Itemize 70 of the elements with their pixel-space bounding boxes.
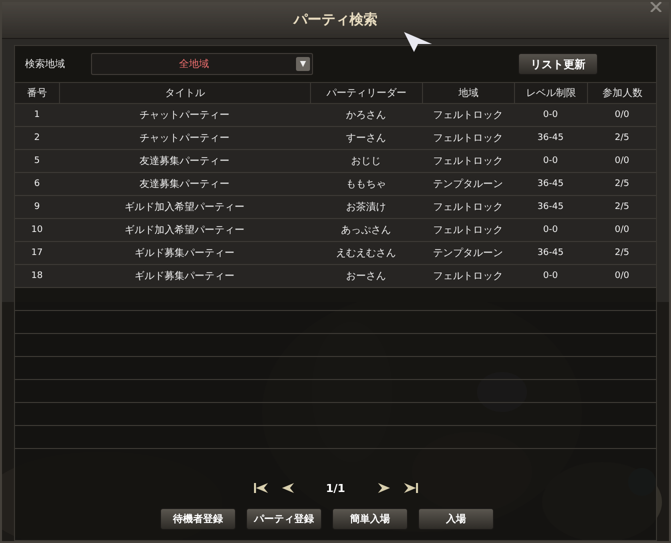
previous-page-icon[interactable] <box>280 482 296 494</box>
table-cell-text: フェルトロック <box>432 201 504 214</box>
last-page-icon[interactable] <box>402 482 418 494</box>
next-page-icon[interactable] <box>376 482 392 494</box>
table-cell-text: 17 <box>30 248 44 258</box>
first-page-icon[interactable] <box>254 482 270 494</box>
caret-icon[interactable] <box>296 57 310 71</box>
table-cell-text: 0-0 <box>542 271 559 281</box>
table-cell-text: ギルド加入希望パーティー <box>124 224 246 237</box>
table-cell-text: あっぷさん <box>340 224 392 237</box>
table-cell-text: 9 <box>33 202 41 212</box>
column-header: レベル制限 <box>514 83 587 103</box>
table-cell-text: チャットパーティー <box>138 109 230 122</box>
filter-label: 検索地域 <box>25 58 66 71</box>
table-cell-text: 2/5 <box>614 133 630 143</box>
action-button[interactable]: 簡単入場 <box>332 508 408 530</box>
table-cell-text: ギルド募集パーティー <box>134 270 236 283</box>
column-header: 参加人数 <box>587 83 657 103</box>
table-cell-text: フェルトロック <box>432 109 504 122</box>
table-cell-text: かろさん <box>345 109 387 122</box>
table-cell-text: おじじ <box>350 155 382 168</box>
table-cell-text: テンプタルーン <box>432 178 504 191</box>
table-cell-text: 36-45 <box>536 248 565 258</box>
window-title: パーティ検索 <box>294 11 378 29</box>
table-cell-text: 2 <box>33 133 41 143</box>
table-cell-text: 2/5 <box>614 179 630 189</box>
table-cell-text: フェルトロック <box>432 224 504 237</box>
table-cell-text: ギルド加入希望パーティー <box>124 200 246 214</box>
table-cell-text: ももちゃ <box>345 178 387 191</box>
table-cell-text: テンプタルーン <box>432 246 504 260</box>
column-header: 番号 <box>26 86 48 101</box>
table-cell-text: おーさん <box>345 270 387 283</box>
table-cell-text: 0-0 <box>542 156 559 166</box>
action-button[interactable]: 待機者登録 <box>160 508 236 530</box>
table-cell-text: 0-0 <box>542 110 559 120</box>
column-header: 地域 <box>422 83 514 103</box>
table-cell-text: 6 <box>33 179 41 189</box>
table-cell-text: 0/0 <box>614 271 630 281</box>
table-cell-text: 36-45 <box>536 179 565 189</box>
table-cell-text: すーさん <box>345 132 387 145</box>
table-cell-text: フェルトロック <box>432 270 504 283</box>
action-button[interactable]: パーティ登録 <box>246 508 322 530</box>
column-header: タイトル <box>59 83 310 103</box>
table-cell-text: 0-0 <box>542 225 559 235</box>
table-cell-text: 5 <box>33 156 41 166</box>
table-cell-text: 1 <box>33 110 41 120</box>
refresh-button[interactable]: リスト更新 <box>518 53 598 75</box>
region-dropdown[interactable]: 全地域 <box>91 53 313 75</box>
table-cell-text: 0/0 <box>614 156 630 166</box>
table-cell-text: 0/0 <box>614 225 630 235</box>
table-cell-text: 18 <box>30 271 44 281</box>
action-button[interactable]: 入場 <box>418 508 494 530</box>
table-cell-text: チャットパーティー <box>138 132 230 145</box>
table-cell-text: えむえむさん <box>335 247 397 260</box>
page-indicator: 1/1 <box>324 482 346 494</box>
table-cell-text: 0/0 <box>614 110 630 120</box>
table-cell-text: 友達募集パーティー <box>138 178 230 191</box>
table-cell-text: 10 <box>30 225 44 235</box>
table-cell-text: 36-45 <box>536 133 565 143</box>
table-cell-text: お茶漬け <box>345 200 387 214</box>
cursor-icon <box>404 32 432 52</box>
table-cell-text: 2/5 <box>614 248 630 258</box>
table-cell-text: 友達募集パーティー <box>138 154 230 168</box>
table-cell-text: フェルトロック <box>432 155 504 168</box>
table-cell-text: フェルトロック <box>432 132 504 145</box>
column-header: パーティリーダー <box>310 83 422 103</box>
table-cell-text: 36-45 <box>536 202 565 212</box>
table-cell-text: ギルド募集パーティー <box>134 246 236 260</box>
table-cell-text: 2/5 <box>614 202 630 212</box>
close-icon[interactable] <box>649 2 663 12</box>
